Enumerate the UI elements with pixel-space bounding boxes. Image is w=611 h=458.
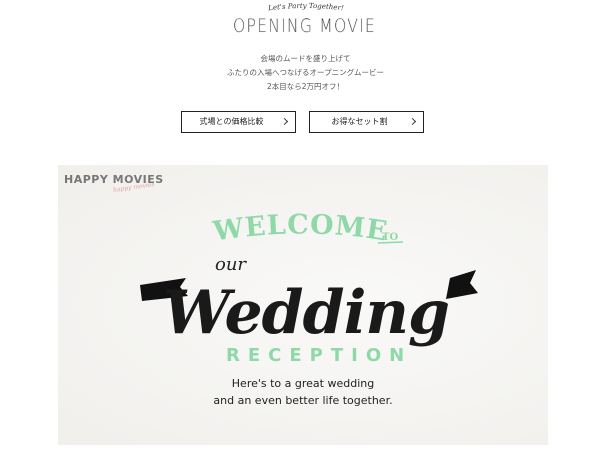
- price-compare-button[interactable]: 式場との価格比較: [181, 111, 296, 133]
- description-line-3: 2本目なら2万円オフ！: [266, 82, 345, 91]
- set-discount-label: お得なセット割: [331, 117, 388, 126]
- message-line-2: and an even better life together.: [213, 394, 392, 407]
- price-compare-label: 式場との価格比較: [199, 117, 264, 126]
- chevron-right-icon: [408, 117, 417, 126]
- set-discount-button[interactable]: お得なセット割: [309, 111, 424, 133]
- wedding-text: Wedding: [163, 278, 449, 348]
- page-title: OPENING MOVIE: [233, 15, 376, 37]
- opening-movie-header: Let's Party Together! OPENING MOVIE 会場のム…: [0, 0, 611, 100]
- tagline-arc: Let's Party Together!: [266, 2, 343, 12]
- our-text: our: [215, 254, 247, 275]
- to-text: TO: [382, 232, 398, 243]
- reception-text: RECEPTION: [226, 345, 412, 366]
- ribbon-right: [446, 270, 478, 299]
- welcome-text: WELCOME: [210, 209, 390, 247]
- opening-movie-preview[interactable]: HAPPY MOVIES happy movies WELCOME TO our…: [58, 165, 548, 445]
- message-line-1: Here's to a great wedding: [232, 377, 374, 390]
- description-line-2: ふたりの入場へつなげるオープニングムービー: [227, 68, 384, 77]
- tagline-text: Let's Party Together!: [266, 2, 343, 12]
- to-underline: [377, 241, 404, 244]
- svg-text:Let's Party Together!: Let's Party Together!: [266, 2, 343, 12]
- tagline: Let's Party Together!: [0, 0, 611, 14]
- chevron-right-icon: [280, 117, 289, 126]
- description-line-1: 会場のムードを盛り上げて: [260, 54, 351, 63]
- welcome-artwork: WELCOME TO our Wedding RECEPTION Here's …: [140, 209, 478, 407]
